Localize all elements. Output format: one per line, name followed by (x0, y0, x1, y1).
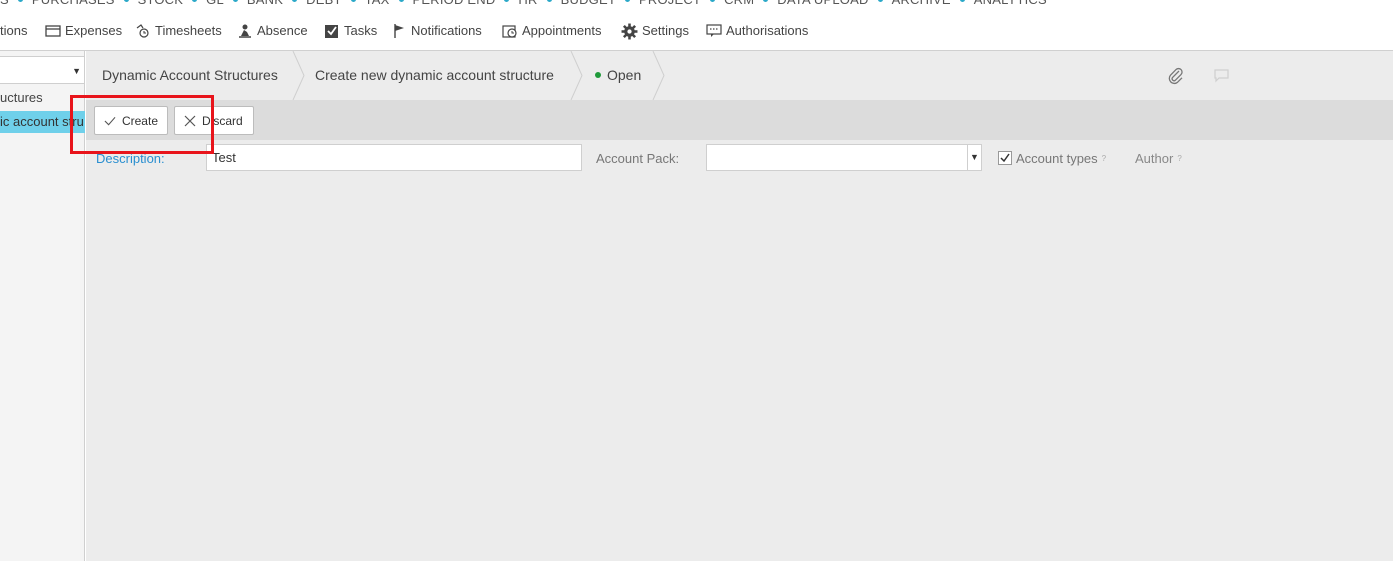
module-link[interactable]: DATA UPLOAD (777, 0, 868, 7)
gear-icon (621, 23, 638, 39)
module-link[interactable]: ARCHIVE (892, 0, 951, 7)
nav-label: Absence (257, 23, 308, 38)
create-button[interactable]: Create (94, 106, 168, 135)
chevron-down-icon: ▼ (967, 145, 981, 170)
status-dot-icon (595, 72, 601, 79)
nav-label: Appointments (522, 23, 602, 38)
nav-item-expenses[interactable]: Expenses (45, 19, 122, 43)
module-separator-dot (17, 0, 23, 3)
appointments-icon (502, 25, 517, 38)
nav-label: Tasks (344, 23, 378, 38)
sidebar-item-label: ic account stru (0, 114, 84, 129)
comment-icon[interactable] (1214, 69, 1229, 83)
module-link[interactable]: S (0, 0, 9, 7)
sidebar-select[interactable]: ▼ (0, 56, 85, 84)
attachment-icon[interactable] (1168, 67, 1184, 85)
chevron-down-icon: ▼ (72, 66, 81, 76)
module-link[interactable]: CRM (724, 0, 754, 7)
check-icon (1000, 153, 1010, 163)
module-link[interactable]: ANALYTICS (974, 0, 1047, 7)
nav-label: Authorisations (726, 23, 809, 38)
account-types-checkbox[interactable] (998, 151, 1012, 165)
nav-label: tions (0, 23, 28, 38)
tasks-icon (325, 25, 338, 38)
sidebar-item-structures[interactable]: uctures (0, 87, 85, 109)
module-link[interactable]: PERIOD END (413, 0, 496, 7)
absence-icon (239, 24, 251, 38)
module-link[interactable]: BANK (247, 0, 283, 7)
module-separator-dot (292, 0, 298, 3)
status-badge: Open (595, 51, 641, 100)
module-separator-dot (624, 0, 630, 3)
module-separator-dot (192, 0, 198, 3)
toolbar: Create Discard (86, 100, 1393, 140)
main-content: Dynamic Account Structures Create new dy… (86, 51, 1393, 561)
author-label: Author? (1135, 151, 1182, 167)
module-link[interactable]: DEBT (306, 0, 341, 7)
description-field[interactable]: Test (206, 144, 582, 171)
module-link[interactable]: PURCHASES (32, 0, 115, 7)
module-separator-dot (877, 0, 883, 3)
module-link[interactable]: BUDGET (561, 0, 616, 7)
account-types-label-text: Account types (1016, 151, 1098, 166)
close-icon (184, 115, 196, 126)
module-separator-dot (350, 0, 356, 3)
module-separator-dot (123, 0, 129, 3)
module-bar: S PURCHASES STOCK GL BANK DEBT TAX PERIOD END HR… (0, 0, 1393, 10)
breadcrumb-current: Create new dynamic account structure (315, 67, 554, 83)
sidebar-item-dynamic-account-structures[interactable]: ic account stru (0, 111, 85, 133)
breadcrumb-separator-icon (292, 51, 305, 100)
nav-item-notifications[interactable]: Notifications (393, 19, 482, 43)
account-types-label: Account types? (1016, 151, 1106, 167)
module-separator-dot (232, 0, 238, 3)
breadcrumb-separator-icon (652, 51, 665, 100)
timesheets-icon (136, 24, 149, 38)
discard-button[interactable]: Discard (174, 106, 254, 135)
flag-icon (394, 24, 404, 38)
account-pack-select[interactable]: ▼ (706, 144, 982, 171)
nav-label: Expenses (65, 23, 123, 38)
sidebar-item-label: uctures (0, 90, 43, 105)
nav-label: Notifications (411, 23, 482, 38)
description-label-text: Description: (96, 151, 165, 166)
create-button-label: Create (121, 113, 158, 128)
nav-item-appointments[interactable]: Appointments (502, 19, 602, 43)
module-link[interactable]: TAX (365, 0, 390, 7)
author-label-text: Author (1135, 151, 1174, 166)
expenses-icon (45, 25, 61, 37)
module-separator-dot (763, 0, 769, 3)
check-icon (104, 116, 116, 125)
module-link[interactable]: PROJECT (639, 0, 701, 7)
nav-item-tasks[interactable]: Tasks (324, 19, 377, 43)
help-icon[interactable]: ? (1177, 154, 1181, 163)
module-link[interactable]: HR (518, 0, 537, 7)
nav-item-authorisations[interactable]: Authorisations (706, 19, 808, 43)
module-separator-dot (959, 0, 965, 3)
module-link[interactable]: GL (206, 0, 224, 7)
breadcrumb-root[interactable]: Dynamic Account Structures (102, 51, 278, 100)
account-pack-label: Account Pack: (596, 151, 680, 166)
nav-item-timesheets[interactable]: Timesheets (135, 19, 222, 43)
module-separator-dot (504, 0, 510, 3)
nav-item-absence[interactable]: Absence (237, 19, 308, 43)
help-icon[interactable]: ? (1102, 154, 1106, 163)
nav-item-tions[interactable]: tions (0, 19, 27, 43)
module-link[interactable]: STOCK (138, 0, 184, 7)
secondary-nav: tions Expenses Timesheets Absence Tasks … (0, 19, 1393, 43)
nav-label: Settings (642, 23, 689, 38)
nav-label: Timesheets (155, 23, 222, 38)
discard-button-label: Discard (202, 113, 243, 128)
module-separator-dot (546, 0, 552, 3)
module-separator-dot (398, 0, 404, 3)
status-text: Open (607, 67, 642, 83)
breadcrumb: Dynamic Account Structures Create new dy… (86, 51, 1393, 100)
module-separator-dot (710, 0, 716, 3)
nav-item-settings[interactable]: Settings (621, 19, 689, 43)
breadcrumb-separator-icon (570, 51, 583, 100)
sidebar: ▼ uctures ic account stru (0, 51, 85, 561)
authorisations-icon (706, 24, 722, 37)
description-label: Description: (96, 151, 165, 167)
description-value: Test (212, 150, 236, 165)
